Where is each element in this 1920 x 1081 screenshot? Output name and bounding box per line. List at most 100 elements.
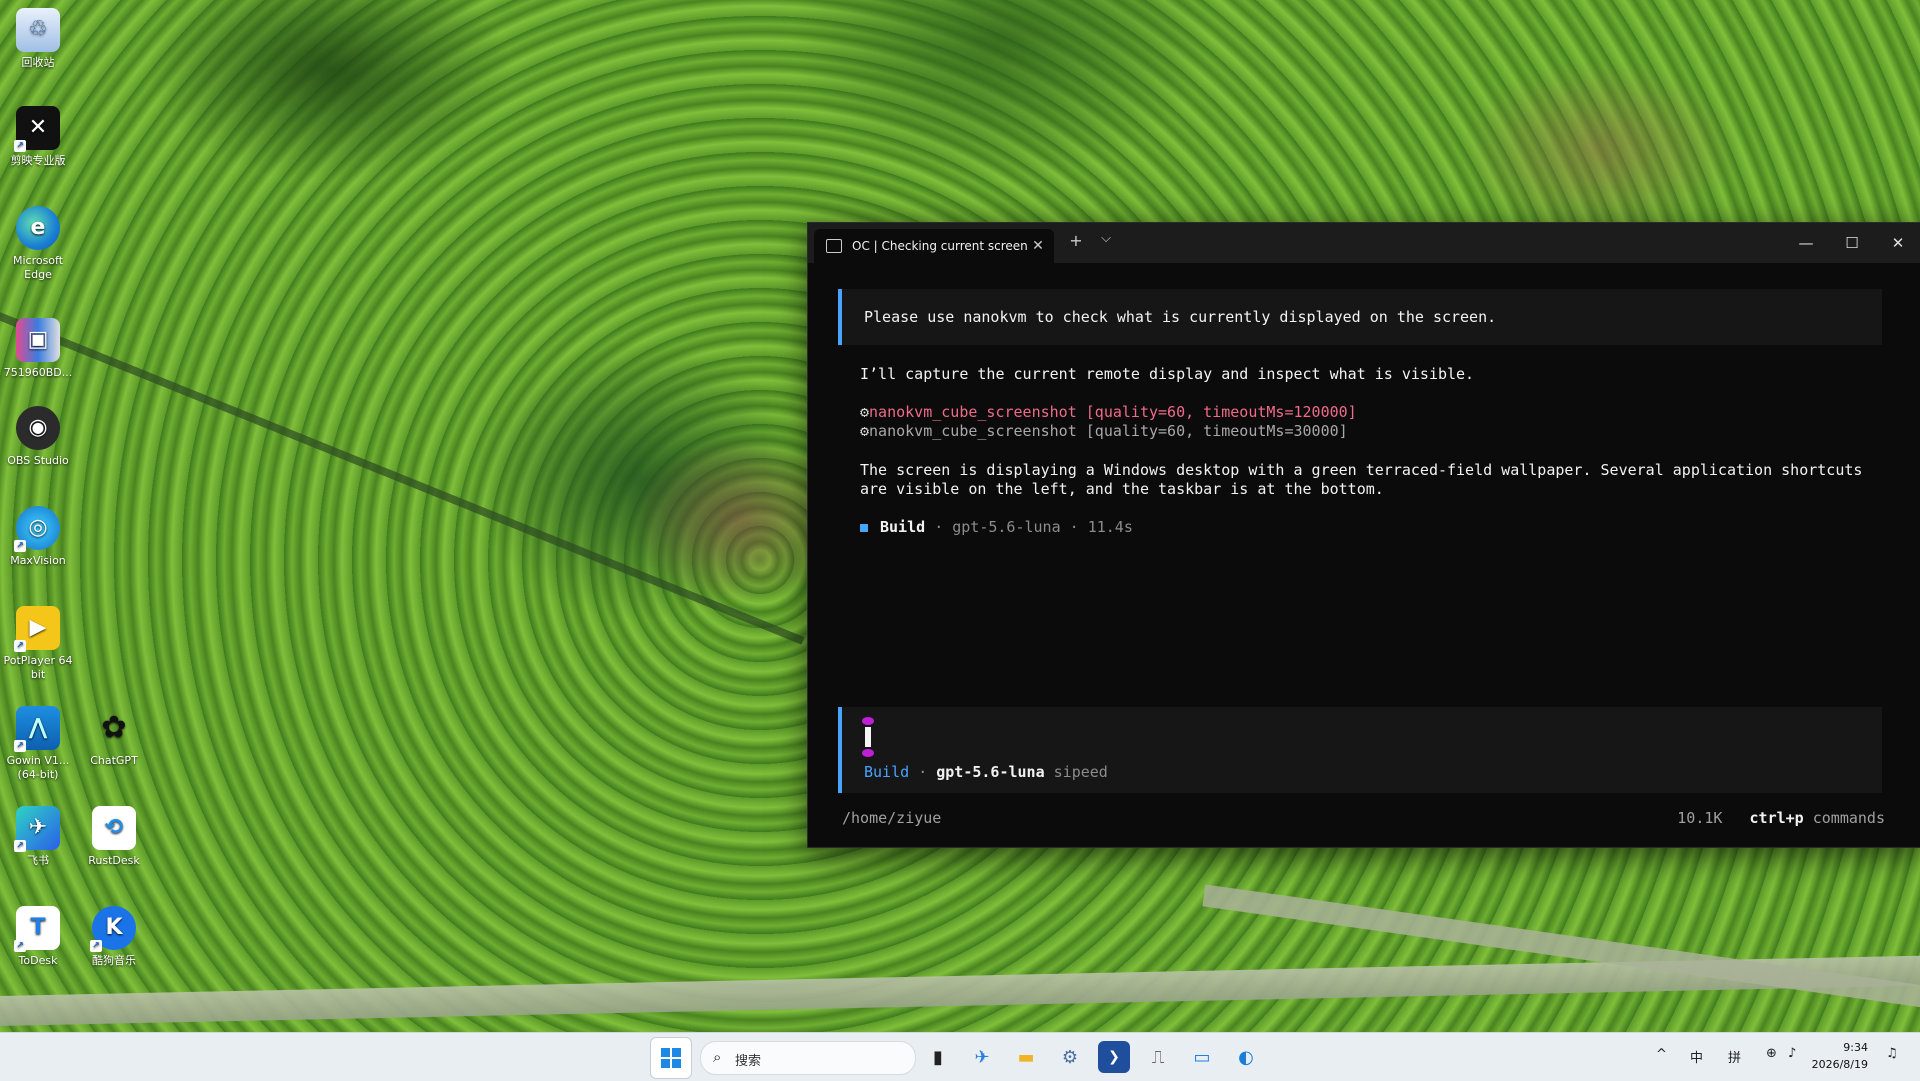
gowin-icon: ⋀ ↗ <box>14 706 60 752</box>
desktop-icon-label: 剪映专业版 <box>10 154 66 167</box>
windows-logo-icon <box>661 1048 670 1057</box>
summary-sep: · <box>934 518 944 536</box>
tray-overflow-chevron[interactable]: ^ <box>1656 1047 1667 1062</box>
tool-call-2: ⚙nanokvm_cube_screenshot [quality=60, ti… <box>860 422 1348 440</box>
run-summary: Build · gpt-5.6-luna · 11.4s <box>860 518 1133 536</box>
close-button[interactable]: ✕ <box>1875 229 1920 257</box>
taskbar: ⌕ 搜索 ▮ ✈ ▬ ⚙ ❯ ⎍ ▭ ◐ ^ 中 拼 ⊕ ♪ 9:34 2026… <box>0 1032 1920 1081</box>
kugou-music-icon: K ↗ <box>90 906 136 952</box>
tab-close-icon[interactable]: ✕ <box>1028 238 1048 254</box>
summary-model: gpt-5.6-luna <box>952 518 1061 536</box>
start-button[interactable] <box>650 1037 692 1079</box>
gear-icon: ⚙ <box>860 422 870 440</box>
tool-call-name: nanokvm_cube_screenshot <box>869 422 1077 440</box>
summary-duration: 11.4s <box>1087 518 1133 536</box>
search-placeholder: 搜索 <box>735 1054 762 1069</box>
desktop-icon-chatgpt[interactable]: ✿ ChatGPT <box>76 706 152 768</box>
input-model[interactable]: gpt-5.6-luna <box>936 763 1044 781</box>
desktop-icon-capcut[interactable]: ✕ ↗ 剪映专业版 <box>0 106 76 168</box>
desktop-icon-label: 酷狗音乐 <box>92 954 136 967</box>
image-file-icon: ▣ <box>16 318 60 362</box>
desktop-icon-rustdesk[interactable]: ⟲ RustDesk <box>76 806 152 868</box>
assistant-intro: I’ll capture the current remote display … <box>860 365 1475 383</box>
assistant-result-line-2: are visible on the left, and the taskbar… <box>860 480 1384 498</box>
clock-time: 9:34 <box>1843 1041 1868 1054</box>
desktop-icon-edge[interactable]: e Microsoft Edge <box>0 206 76 282</box>
taskbar-clock[interactable]: 9:34 2026/8/19 <box>1812 1039 1868 1073</box>
token-count: 10.1K <box>1677 809 1723 827</box>
edge-icon: e <box>16 206 60 250</box>
minimize-button[interactable]: — <box>1783 229 1829 257</box>
prompt-input-box[interactable]: Build · gpt-5.6-luna sipeed <box>838 707 1882 793</box>
todesk-icon: T ↗ <box>14 906 60 952</box>
input-provider: sipeed <box>1053 763 1108 781</box>
text-cursor <box>862 717 874 757</box>
rustdesk-icon: ⟲ <box>92 806 136 850</box>
file-explorer-icon[interactable]: ▬ <box>1010 1041 1042 1073</box>
tool-call-args: [quality=60, timeoutMs=30000] <box>1085 422 1348 440</box>
input-status: Build · gpt-5.6-luna sipeed <box>864 763 1108 781</box>
ime-mode-indicator[interactable]: 拼 <box>1728 1047 1741 1066</box>
desktop-icon-751960bd[interactable]: ▣ 751960BD... <box>0 318 76 380</box>
desktop-icon-label: Gowin V1... (64-bit) <box>6 754 70 781</box>
app-icon[interactable]: ⎍ <box>1142 1041 1174 1073</box>
task-view-icon[interactable]: ▮ <box>922 1041 954 1073</box>
desktop-icon-maxvision[interactable]: ◎ ↗ MaxVision <box>0 506 76 568</box>
terminal-titlebar[interactable]: . OC | Checking current screen c ✕ + ⌵ —… <box>808 223 1920 263</box>
recycle-bin-icon: ♲ <box>16 8 60 52</box>
desktop-icon-label: MaxVision <box>10 554 66 567</box>
powershell-icon[interactable]: ❯ <box>1098 1041 1130 1073</box>
wallpaper-stream <box>0 300 805 645</box>
volume-icon[interactable]: ♪ <box>1788 1046 1796 1061</box>
feishu-taskbar-icon[interactable]: ✈ <box>966 1041 998 1073</box>
clock-date: 2026/8/19 <box>1811 1058 1868 1071</box>
desktop-icon-kugou[interactable]: K ↗ 酷狗音乐 <box>76 906 152 968</box>
shortcut-label: commands <box>1812 809 1885 827</box>
desktop-icon-potplayer[interactable]: ▶ ↗ PotPlayer 64 bit <box>0 606 76 682</box>
shortcut-key: ctrl+p <box>1749 809 1804 827</box>
desktop-icon-label: 751960BD... <box>3 366 73 379</box>
assistant-result-line-1: The screen is displaying a Windows deskt… <box>860 461 1863 479</box>
notification-bell-icon[interactable]: ♫ <box>1886 1046 1898 1061</box>
desktop-icon-label: 回收站 <box>21 56 55 69</box>
tool-call-name: nanokvm_cube_screenshot <box>869 403 1077 421</box>
desktop-icon-label: ChatGPT <box>90 754 138 767</box>
build-square-icon <box>860 523 868 532</box>
input-sep: · <box>918 763 928 781</box>
new-tab-button[interactable]: + <box>1064 231 1088 250</box>
desktop-icon-label: Microsoft Edge <box>12 254 64 281</box>
desktop-icon-label: 飞书 <box>27 854 49 867</box>
taskbar-search[interactable]: ⌕ 搜索 <box>700 1041 916 1075</box>
settings-icon[interactable]: ⚙ <box>1054 1041 1086 1073</box>
tool-call-1: ⚙nanokvm_cube_screenshot [quality=60, ti… <box>860 403 1357 421</box>
desktop-icon-feishu[interactable]: ✈ ↗ 飞书 <box>0 806 76 868</box>
terminal-tab[interactable]: . OC | Checking current screen c ✕ <box>814 229 1054 263</box>
desktop-icon-label: RustDesk <box>88 854 140 867</box>
search-icon: ⌕ <box>713 1048 722 1066</box>
summary-mode: Build <box>880 518 926 536</box>
footer-status: 10.1K ctrl+p commands <box>1677 809 1885 827</box>
edge-taskbar-icon[interactable]: ◐ <box>1230 1041 1262 1073</box>
chatgpt-icon: ✿ <box>101 710 127 745</box>
obs-studio-icon: ◉ <box>16 406 60 450</box>
network-icon[interactable]: ⊕ <box>1766 1046 1777 1061</box>
input-mode[interactable]: Build <box>864 763 909 781</box>
terminal-window[interactable]: . OC | Checking current screen c ✕ + ⌵ —… <box>807 222 1920 848</box>
working-directory: /home/ziyue <box>842 809 942 827</box>
user-message-box: Please use nanokvm to check what is curr… <box>838 289 1882 345</box>
desktop-icon-todesk[interactable]: T ↗ ToDesk <box>0 906 76 968</box>
remote-desktop-icon[interactable]: ▭ <box>1186 1041 1218 1073</box>
potplayer-icon: ▶ ↗ <box>14 606 60 652</box>
desktop-icon-obs[interactable]: ◉ OBS Studio <box>0 406 76 468</box>
maximize-button[interactable]: ☐ <box>1829 229 1875 257</box>
feishu-icon: ✈ ↗ <box>14 806 60 852</box>
ime-lang-indicator[interactable]: 中 <box>1690 1047 1703 1066</box>
gear-icon: ⚙ <box>860 403 870 421</box>
tab-title: OC | Checking current screen c <box>852 239 1028 253</box>
summary-sep: · <box>1069 518 1079 536</box>
tab-dropdown-icon[interactable]: ⌵ <box>1094 231 1118 246</box>
maxvision-icon: ◎ ↗ <box>14 506 60 552</box>
desktop-icon-label: PotPlayer 64 bit <box>3 654 73 681</box>
desktop-icon-recycle-bin[interactable]: ♲ 回收站 <box>0 8 76 70</box>
desktop-icon-gowin[interactable]: ⋀ ↗ Gowin V1... (64-bit) <box>0 706 76 782</box>
